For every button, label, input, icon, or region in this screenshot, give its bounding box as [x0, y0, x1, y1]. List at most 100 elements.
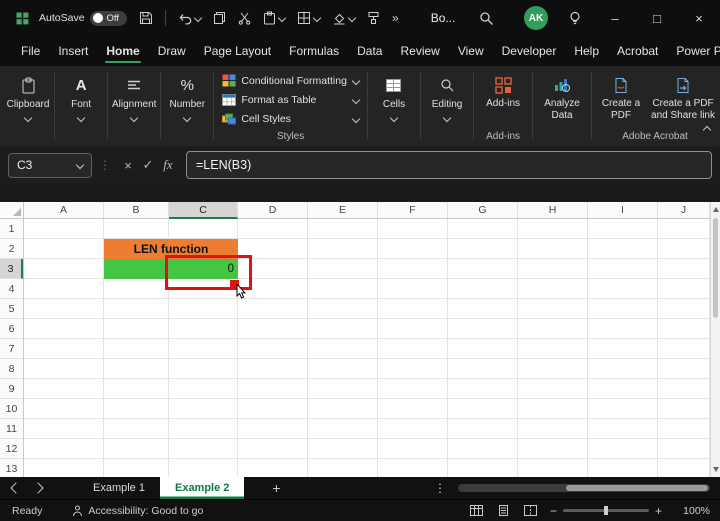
editing-group[interactable]: Editing [423, 66, 471, 146]
horizontal-scroll-thumb[interactable] [566, 485, 708, 491]
status-ready[interactable]: Ready [12, 505, 42, 517]
row-header-8[interactable]: 8 [0, 359, 23, 379]
sheet-tab-example-1[interactable]: Example 1 [78, 477, 160, 499]
column-header-B[interactable]: B [104, 202, 169, 218]
normal-view-button[interactable] [469, 505, 483, 516]
create-pdf-button[interactable]: Create a PDF [594, 75, 648, 121]
add-ins-button[interactable]: Add-ins [476, 75, 530, 110]
page-layout-view-button[interactable] [497, 505, 510, 516]
column-header-I[interactable]: I [588, 202, 658, 218]
scroll-down-arrow[interactable] [713, 467, 719, 472]
accessibility-status[interactable]: Accessibility: Good to go [72, 505, 203, 517]
column-header-H[interactable]: H [518, 202, 588, 218]
fill-color-button[interactable] [332, 11, 357, 25]
row-header-10[interactable]: 10 [0, 399, 23, 419]
formula-input[interactable]: =LEN(B3) [186, 151, 712, 179]
account-avatar[interactable]: AK [524, 6, 548, 30]
font-group[interactable]: A Font [57, 66, 105, 146]
row-header-6[interactable]: 6 [0, 319, 23, 339]
sheet-options-button[interactable]: ⋮ [434, 481, 446, 495]
vertical-scrollbar[interactable] [710, 202, 720, 477]
column-header-G[interactable]: G [448, 202, 518, 218]
tab-help[interactable]: Help [565, 37, 608, 65]
spreadsheet-grid: ABCDEFGHIJ 1 2 3 4 5 6 7 8 9 10 11 12 13 LEN functio… [0, 202, 720, 477]
number-group[interactable]: % Number [163, 66, 211, 146]
column-header-F[interactable]: F [378, 202, 448, 218]
minimize-button[interactable]: – [594, 0, 636, 36]
horizontal-scrollbar[interactable] [458, 484, 710, 492]
close-button[interactable]: × [678, 0, 720, 36]
search-icon[interactable] [479, 11, 494, 26]
row-header-3[interactable]: 3 [0, 259, 23, 279]
tab-review[interactable]: Review [391, 37, 448, 65]
row-header-11[interactable]: 11 [0, 419, 23, 439]
row-header-7[interactable]: 7 [0, 339, 23, 359]
enter-button[interactable]: ✓ [138, 157, 158, 173]
sheet-tab-example-2[interactable]: Example 2 [159, 477, 245, 499]
column-header-J[interactable]: J [658, 202, 710, 218]
column-header-C[interactable]: C [169, 202, 238, 219]
page-break-view-button[interactable] [523, 505, 537, 516]
collapse-ribbon-button[interactable] [702, 120, 712, 138]
create-pdf-icon [613, 75, 629, 95]
zoom-out-button[interactable]: − [550, 504, 557, 518]
undo-button[interactable] [178, 12, 203, 25]
row-header-9[interactable]: 9 [0, 379, 23, 399]
column-header-D[interactable]: D [238, 202, 308, 218]
borders-button[interactable] [297, 11, 322, 25]
row-header-5[interactable]: 5 [0, 299, 23, 319]
tab-developer[interactable]: Developer [493, 37, 566, 65]
scroll-up-arrow[interactable] [713, 207, 719, 212]
gridline [517, 219, 518, 477]
conditional-formatting-button[interactable]: Conditional Formatting [222, 71, 361, 90]
save-button[interactable] [139, 11, 153, 25]
analyze-data-button[interactable]: Analyze Data [535, 75, 589, 121]
clipboard-group[interactable]: Clipboard [4, 66, 52, 146]
format-painter-button[interactable] [367, 11, 380, 25]
more-commands-button[interactable]: » [392, 11, 399, 25]
cell-styles-button[interactable]: Cell Styles [222, 109, 361, 128]
alignment-group[interactable]: Alignment [110, 66, 158, 146]
tab-formulas[interactable]: Formulas [280, 37, 348, 65]
tab-view[interactable]: View [449, 37, 493, 65]
tab-insert[interactable]: Insert [49, 37, 97, 65]
copy-button[interactable] [213, 11, 226, 25]
tab-draw[interactable]: Draw [149, 37, 195, 65]
new-sheet-button[interactable]: + [272, 477, 280, 499]
row-header-2[interactable]: 2 [0, 239, 23, 259]
cut-button[interactable] [238, 11, 251, 25]
name-box[interactable]: C3 [8, 152, 92, 178]
cells-group[interactable]: Cells [370, 66, 418, 146]
row-header-4[interactable]: 4 [0, 279, 23, 299]
autosave-pill[interactable]: Off [89, 10, 128, 26]
tab-home[interactable]: Home [97, 37, 148, 65]
sheet-nav-left[interactable] [10, 482, 22, 494]
format-as-table-button[interactable]: Format as Table [222, 90, 361, 109]
tab-file[interactable]: File [12, 37, 49, 65]
lightbulb-icon[interactable] [568, 11, 582, 26]
tab-power-pivot[interactable]: Power Pivot [667, 37, 720, 65]
create-pdf-share-button[interactable]: Create a PDF and Share link [650, 75, 716, 121]
tab-data[interactable]: Data [348, 37, 391, 65]
zoom-in-button[interactable]: + [655, 504, 662, 518]
cell-b3[interactable] [104, 259, 169, 279]
row-header-1[interactable]: 1 [0, 219, 23, 239]
gridline [377, 219, 378, 477]
cancel-button[interactable]: × [118, 158, 138, 173]
row-header-13[interactable]: 13 [0, 459, 23, 477]
column-header-E[interactable]: E [308, 202, 378, 218]
zoom-slider[interactable] [562, 506, 649, 515]
insert-function-button[interactable]: fx [158, 157, 178, 173]
select-all-button[interactable] [0, 202, 24, 219]
vertical-scroll-thumb[interactable] [713, 218, 718, 318]
row-header-12[interactable]: 12 [0, 439, 23, 459]
paste-button[interactable] [263, 11, 287, 25]
column-header-A[interactable]: A [24, 202, 104, 218]
tab-acrobat[interactable]: Acrobat [608, 37, 667, 65]
zoom-level[interactable]: 100% [672, 505, 710, 517]
maximize-button[interactable]: □ [636, 0, 678, 36]
zoom-slider-thumb[interactable] [603, 506, 608, 515]
tab-page-layout[interactable]: Page Layout [195, 37, 280, 65]
sheet-nav-right[interactable] [32, 482, 44, 494]
autosave-toggle[interactable]: AutoSave Off [39, 10, 128, 26]
